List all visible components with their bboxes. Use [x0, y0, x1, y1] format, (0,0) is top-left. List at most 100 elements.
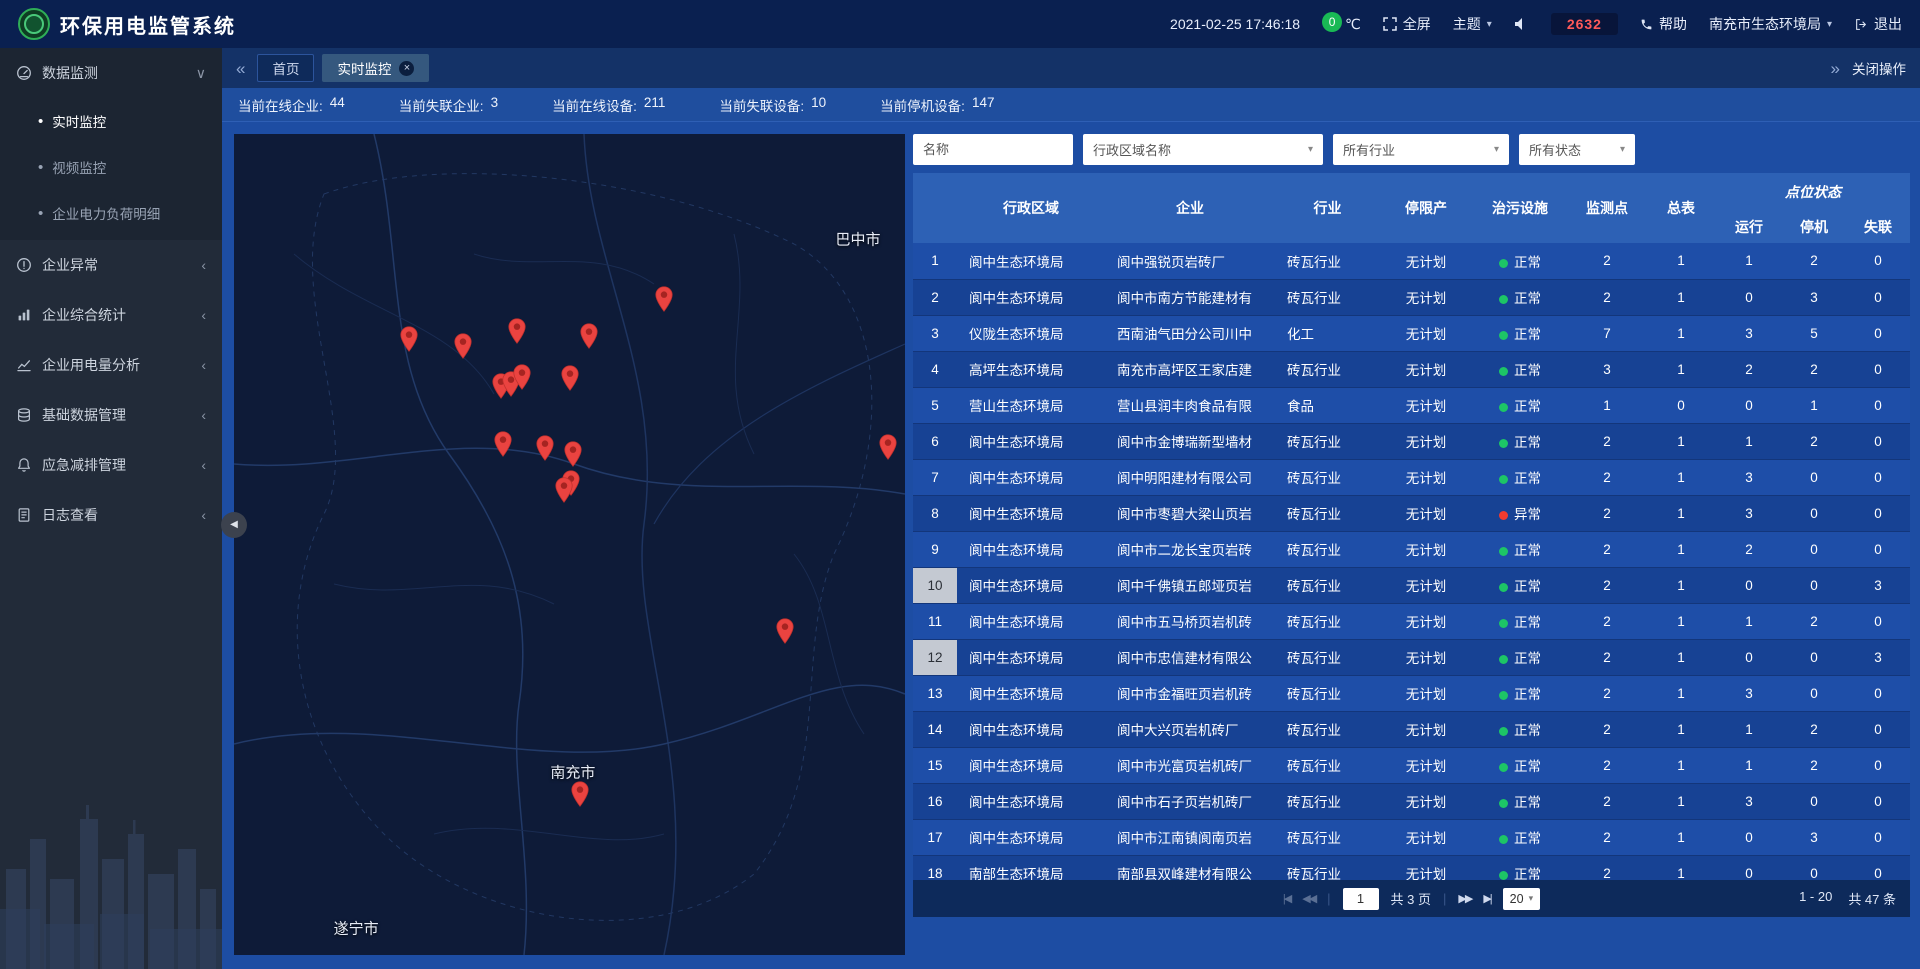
cell-stopped: 5 [1782, 315, 1846, 351]
sidebar-group-power-analysis-header[interactable]: 企业用电量分析‹ [0, 340, 222, 390]
tabs-scroll-left-icon[interactable]: « [236, 60, 245, 77]
table-row[interactable]: 5营山生态环境局营山县润丰肉食品有限食品无计划正常10010 [913, 387, 1910, 423]
cell-industry: 砖瓦行业 [1275, 279, 1380, 315]
map-pin[interactable] [775, 618, 794, 644]
table-row[interactable]: 17阆中生态环境局阆中市江南镇阆南页岩砖瓦行业无计划正常21030 [913, 819, 1910, 855]
cell-monitor-points: 2 [1568, 675, 1646, 711]
name-filter-input[interactable] [913, 134, 1073, 165]
table-row[interactable]: 6阆中生态环境局阆中市金博瑞新型墙材砖瓦行业无计划正常21120 [913, 423, 1910, 459]
sidebar-group-enterprise-abnormal-header[interactable]: 企业异常‹ [0, 240, 222, 290]
sidebar-group-emergency-reduction-header[interactable]: 应急减排管理‹ [0, 440, 222, 490]
close-tab-icon[interactable]: × [399, 61, 414, 76]
table-row[interactable]: 3仪陇生态环境局西南油气田分公司川中化工无计划正常71350 [913, 315, 1910, 351]
pager-separator: | [1327, 891, 1330, 906]
cell-limit-production: 无计划 [1380, 567, 1472, 603]
table-row[interactable]: 2阆中生态环境局阆中市南方节能建材有砖瓦行业无计划正常21030 [913, 279, 1910, 315]
map-pin[interactable] [555, 477, 574, 503]
status-filter-select[interactable]: 所有状态 ▾ [1519, 134, 1635, 165]
map-pin[interactable] [560, 365, 579, 391]
table-row[interactable]: 1阆中生态环境局阆中强锐页岩砖厂砖瓦行业无计划正常21120 [913, 243, 1910, 279]
tabs: 首页实时监控× [257, 54, 429, 82]
map-pin[interactable] [453, 333, 472, 359]
company-table[interactable]: 行政区域 企业 行业 停限产 治污设施 监测点 总表 点位状态 运行 [913, 173, 1910, 880]
map-pin[interactable] [494, 431, 513, 457]
map-pin[interactable] [400, 326, 419, 352]
sidebar-group-emergency-reduction: 应急减排管理‹ [0, 440, 222, 490]
tabs-scroll-right-icon[interactable]: » [1831, 60, 1840, 77]
table-row[interactable]: 7阆中生态环境局阆中明阳建材有限公司砖瓦行业无计划正常21300 [913, 459, 1910, 495]
map-pin[interactable] [512, 364, 531, 390]
table-row[interactable]: 8阆中生态环境局阆中市枣碧大梁山页岩砖瓦行业无计划异常21300 [913, 495, 1910, 531]
cell-running: 2 [1716, 531, 1782, 567]
sidebar-group-log-view-header[interactable]: 日志查看‹ [0, 490, 222, 540]
prev-page-button[interactable]: ◀◀ [1302, 892, 1315, 905]
cell-stopped: 2 [1782, 603, 1846, 639]
cell-offline: 3 [1846, 639, 1910, 675]
industry-filter-select[interactable]: 所有行业 ▾ [1333, 134, 1509, 165]
first-page-button[interactable]: |◀ [1283, 892, 1290, 905]
map-pin[interactable] [563, 441, 582, 467]
table-row[interactable]: 9阆中生态环境局阆中市二龙长宝页岩砖砖瓦行业无计划正常21200 [913, 531, 1910, 567]
close-operations-button[interactable]: 关闭操作 [1852, 58, 1906, 78]
sidebar-item-realtime-monitor[interactable]: •实时监控 [0, 98, 222, 144]
page-number-input[interactable] [1343, 888, 1379, 910]
tab-realtime-monitor[interactable]: 实时监控× [322, 54, 429, 82]
map-pin[interactable] [508, 318, 527, 344]
cell-industry: 砖瓦行业 [1275, 459, 1380, 495]
stats-bar: 当前在线企业:44当前失联企业:3当前在线设备:211当前失联设备:10当前停机… [222, 88, 1920, 122]
table-row[interactable]: 11阆中生态环境局阆中市五马桥页岩机砖砖瓦行业无计划正常21120 [913, 603, 1910, 639]
cell-company: 阆中市金博瑞新型墙材 [1105, 423, 1275, 459]
sidebar-item-video-monitor[interactable]: •视频监控 [0, 144, 222, 190]
map-pin[interactable] [579, 323, 598, 349]
table-row[interactable]: 12阆中生态环境局阆中市忠信建材有限公砖瓦行业无计划正常21003 [913, 639, 1910, 675]
cell-monitor-points: 2 [1568, 423, 1646, 459]
page-size-select[interactable]: 20 ▾ [1503, 888, 1540, 910]
collapse-panel-button[interactable]: ◀ [221, 512, 247, 538]
table-row[interactable]: 16阆中生态环境局阆中市石子页岩机砖厂砖瓦行业无计划正常21300 [913, 783, 1910, 819]
sidebar-group-enterprise-stats-header[interactable]: 企业综合统计‹ [0, 290, 222, 340]
last-page-button[interactable]: ▶| [1483, 892, 1490, 905]
cell-monitor-points: 2 [1568, 531, 1646, 567]
cell-offline: 3 [1846, 567, 1910, 603]
map[interactable]: ◀ 巴中市南充市遂宁市 [234, 134, 905, 955]
map-pin[interactable] [655, 286, 674, 312]
logout-button[interactable]: 退出 [1854, 14, 1902, 34]
next-page-button[interactable]: ▶▶ [1458, 892, 1471, 905]
tab-home[interactable]: 首页 [257, 54, 314, 82]
speaker-icon[interactable] [1514, 17, 1529, 31]
cell-industry: 砖瓦行业 [1275, 747, 1380, 783]
cell-stopped: 0 [1782, 855, 1846, 880]
cell-total-meter: 1 [1646, 243, 1716, 279]
cell-offline: 0 [1846, 243, 1910, 279]
table-row[interactable]: 18南部生态环境局南部县双峰建材有限公砖瓦行业无计划正常21000 [913, 855, 1910, 880]
org-dropdown[interactable]: 南充市生态环境局 ▾ [1709, 14, 1832, 34]
table-row[interactable]: 4高坪生态环境局南充市高坪区王家店建砖瓦行业无计划正常31220 [913, 351, 1910, 387]
table-row[interactable]: 15阆中生态环境局阆中市光富页岩机砖厂砖瓦行业无计划正常21120 [913, 747, 1910, 783]
notification-count-badge[interactable]: 2632 [1551, 13, 1618, 35]
status-dot [1499, 763, 1508, 772]
col-industry: 行业 [1275, 173, 1380, 243]
sidebar-group-base-data-header[interactable]: 基础数据管理‹ [0, 390, 222, 440]
table-row[interactable]: 13阆中生态环境局阆中市金福旺页岩机砖砖瓦行业无计划正常21300 [913, 675, 1910, 711]
map-pin[interactable] [878, 434, 897, 460]
fullscreen-button[interactable]: 全屏 [1383, 14, 1431, 34]
cell-facility-status: 正常 [1472, 315, 1568, 351]
stat-offline-devices: 当前失联设备:10 [719, 95, 826, 115]
map-pin[interactable] [536, 435, 555, 461]
temperature-value: 0 [1322, 12, 1342, 32]
cell-facility-status: 正常 [1472, 783, 1568, 819]
theme-dropdown[interactable]: 主题 ▾ [1453, 14, 1492, 34]
status-dot [1499, 367, 1508, 376]
cell-monitor-points: 7 [1568, 315, 1646, 351]
table-header: 行政区域 企业 行业 停限产 治污设施 监测点 总表 点位状态 运行 [913, 173, 1910, 243]
cell-industry: 砖瓦行业 [1275, 855, 1380, 880]
table-row[interactable]: 10阆中生态环境局阆中千佛镇五郎垭页岩砖瓦行业无计划正常21003 [913, 567, 1910, 603]
sidebar-item-power-load-detail[interactable]: •企业电力负荷明细 [0, 190, 222, 236]
cell-region: 阆中生态环境局 [957, 567, 1105, 603]
help-button[interactable]: 帮助 [1640, 14, 1687, 34]
sidebar-group-data-monitoring-header[interactable]: 数据监测∨ [0, 48, 222, 98]
cell-company: 阆中市南方节能建材有 [1105, 279, 1275, 315]
map-pin[interactable] [571, 781, 590, 807]
region-filter-select[interactable]: 行政区域名称 ▾ [1083, 134, 1323, 165]
table-row[interactable]: 14阆中生态环境局阆中大兴页岩机砖厂砖瓦行业无计划正常21120 [913, 711, 1910, 747]
